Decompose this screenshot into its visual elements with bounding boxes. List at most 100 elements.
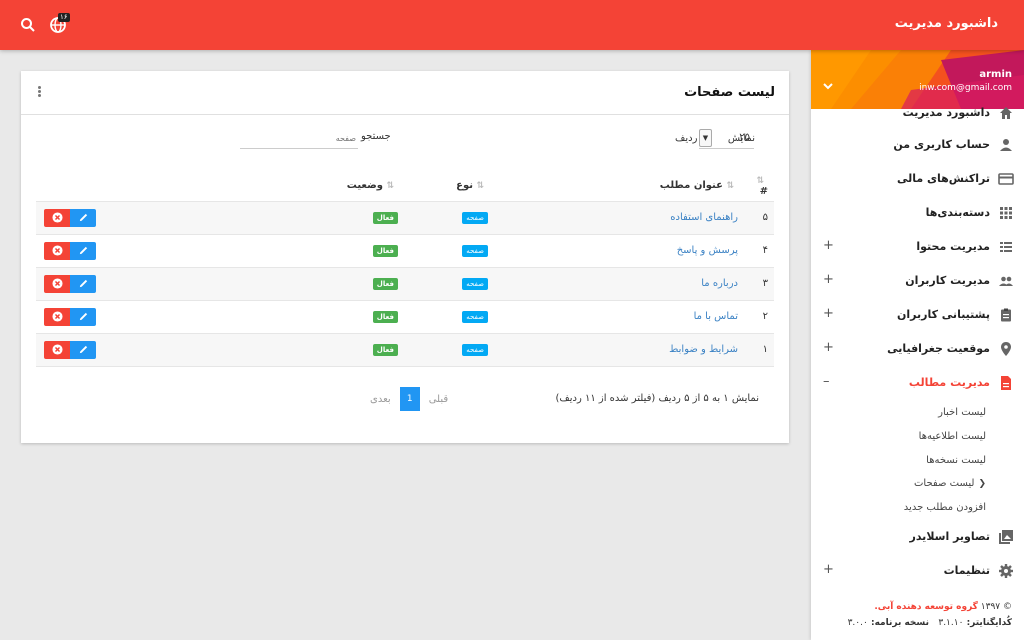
sort-icon: ⇅: [386, 181, 394, 192]
table-info: نمایش ۱ به ۵ از ۵ ردیف (فیلتر شده از ۱۱ …: [555, 393, 759, 404]
row-title-link[interactable]: تماس با ما: [694, 311, 738, 322]
type-badge: صفحه: [462, 244, 488, 257]
row-title-link[interactable]: درباره ما: [701, 278, 738, 289]
row-number: ۲: [744, 299, 774, 333]
copyright-year: © ۱۳۹۷: [980, 602, 1012, 612]
app-label: نسخه برنامه:: [870, 618, 929, 628]
col-header-num[interactable]: ⇅ #: [744, 171, 774, 201]
prev-page-button[interactable]: قبلی: [420, 394, 457, 405]
sidebar-footer: © ۱۳۹۷ گروه توسعه دهنده آبی. کُدایگنایتر…: [822, 602, 1012, 628]
status-badge: فعال: [372, 343, 398, 356]
pages-card: لیست صفحات نمایش ۲۵ ▼ ردیف جستجو ⇅ # ⇅ ع…: [21, 71, 789, 443]
sidebar-item-support[interactable]: پشتیبانی کاربران +: [811, 300, 1024, 330]
sidebar-item-slider[interactable]: تصاویر اسلایدر: [811, 522, 1024, 552]
edit-button[interactable]: [70, 208, 96, 227]
close-circle-icon: [51, 344, 63, 355]
edit-button[interactable]: [70, 274, 96, 293]
delete-button[interactable]: [44, 208, 70, 227]
search-icon[interactable]: [16, 13, 40, 37]
sidebar-item-label: داشبورد مدیریت: [902, 106, 990, 119]
next-page-button[interactable]: بعدی: [361, 394, 400, 405]
type-badge: صفحه: [462, 277, 488, 290]
pencil-icon: [79, 312, 87, 321]
table-row: ۵ راهنمای استفاده صفحه فعال: [36, 200, 774, 234]
type-badge: صفحه: [462, 310, 488, 323]
sidebar-item-content[interactable]: مدیریت محتوا +: [811, 232, 1024, 262]
expand-icon[interactable]: +: [823, 306, 834, 321]
sidebar-item-settings[interactable]: تنظیمات +: [811, 556, 1024, 586]
document-icon: [998, 375, 1014, 391]
sidebar-item-users[interactable]: مدیریت کاربران +: [811, 266, 1024, 296]
expand-icon[interactable]: +: [823, 562, 834, 577]
collapse-icon[interactable]: –: [823, 374, 830, 389]
expand-icon[interactable]: +: [823, 272, 834, 287]
row-actions: [36, 266, 284, 300]
expand-icon[interactable]: +: [823, 340, 834, 355]
table-row: ۲ تماس با ما صفحه فعال: [36, 299, 774, 333]
page-title: لیست صفحات: [684, 85, 775, 100]
user-email: inw.com@gmail.com: [919, 83, 1012, 93]
sidebar-subitem-add-article[interactable]: افزودن مطلب جدید: [904, 502, 986, 513]
current-page-button[interactable]: 1: [399, 387, 420, 411]
org-name[interactable]: گروه توسعه دهنده آبی.: [874, 602, 978, 612]
sidebar-subitem-announcements[interactable]: لیست اطلاعیه‌ها: [919, 431, 986, 442]
row-title-link[interactable]: شرایط و ضوابط: [669, 344, 738, 355]
col-header-title[interactable]: ⇅ عنوان مطلب: [494, 171, 744, 201]
expand-icon[interactable]: +: [823, 238, 834, 253]
row-actions: [36, 200, 284, 234]
row-actions: [36, 233, 284, 267]
sidebar-item-location[interactable]: موقعیت جغرافیایی +: [811, 334, 1024, 364]
status-badge: فعال: [372, 211, 398, 224]
sidebar-item-transactions[interactable]: تراکنش‌های مالی: [811, 164, 1024, 194]
sidebar-item-account[interactable]: حساب کاربری من: [811, 130, 1024, 160]
delete-button[interactable]: [44, 241, 70, 260]
version-info: کُدایگنایتر: ۳.۱.۱۰ نسخه برنامه: ۳.۰.۰: [822, 618, 1012, 628]
edit-button[interactable]: [70, 241, 96, 260]
sidebar-item-articles[interactable]: مدیریت مطالب –: [811, 368, 1024, 398]
edit-button[interactable]: [70, 307, 96, 326]
sidebar-item-categories[interactable]: دسته‌بندی‌ها: [811, 198, 1024, 228]
row-title-link[interactable]: پرسش و پاسخ: [677, 245, 738, 256]
col-header-label: نوع: [456, 180, 473, 192]
people-icon: [998, 273, 1014, 289]
sidebar-subitem-versions[interactable]: لیست نسخه‌ها: [926, 455, 986, 466]
col-header-type[interactable]: ⇅ نوع: [404, 171, 494, 201]
list-icon: [998, 239, 1014, 255]
copyright: © ۱۳۹۷ گروه توسعه دهنده آبی.: [822, 602, 1012, 612]
close-circle-icon: [51, 311, 63, 322]
delete-button[interactable]: [44, 340, 70, 359]
row-number: ۴: [744, 233, 774, 267]
status-badge: فعال: [372, 310, 398, 323]
table-row: ۱ شرایط و ضوابط صفحه فعال: [36, 332, 774, 367]
sidebar-subitem-news[interactable]: لیست اخبار: [938, 407, 986, 418]
person-icon: [998, 137, 1014, 153]
row-actions: [36, 299, 284, 333]
sidebar-item-dashboard[interactable]: داشبورد مدیریت: [811, 98, 1024, 128]
delete-button[interactable]: [44, 274, 70, 293]
pages-table: ⇅ # ⇅ عنوان مطلب ⇅ نوع ⇅ وضعیت ۵ راهنمای …: [36, 171, 774, 367]
col-header-status[interactable]: ⇅ وضعیت: [284, 171, 404, 201]
delete-button[interactable]: [44, 307, 70, 326]
sidebar-item-label: دسته‌بندی‌ها: [925, 206, 990, 219]
sidebar-item-label: مدیریت کاربران: [905, 274, 990, 287]
page-length-value: ۲۵: [739, 132, 750, 143]
pagination: قبلی 1 بعدی: [361, 387, 457, 411]
page-length-select[interactable]: ۲۵ ▼: [699, 129, 754, 149]
clipboard-icon: [998, 307, 1014, 323]
notification-badge: ۱۶: [58, 13, 70, 22]
search-input[interactable]: [240, 129, 358, 149]
user-name: armin: [979, 69, 1012, 80]
more-options-icon[interactable]: [35, 85, 43, 101]
sidebar-subitem-pages[interactable]: ❮لیست صفحات: [914, 478, 986, 489]
pencil-icon: [79, 279, 87, 288]
chevron-left-icon: ❮: [978, 479, 986, 489]
close-circle-icon: [51, 278, 63, 289]
edit-button[interactable]: [70, 340, 96, 359]
brand-title[interactable]: داشبورد مدیریت: [895, 16, 998, 31]
chevron-down-icon[interactable]: [823, 80, 833, 93]
row-title-link[interactable]: راهنمای استفاده: [670, 212, 738, 223]
type-badge: صفحه: [462, 211, 488, 224]
close-circle-icon: [51, 212, 63, 223]
sidebar-item-label: مدیریت مطالب: [908, 376, 990, 389]
coder-label: کُدایگنایتر:: [966, 618, 1012, 628]
